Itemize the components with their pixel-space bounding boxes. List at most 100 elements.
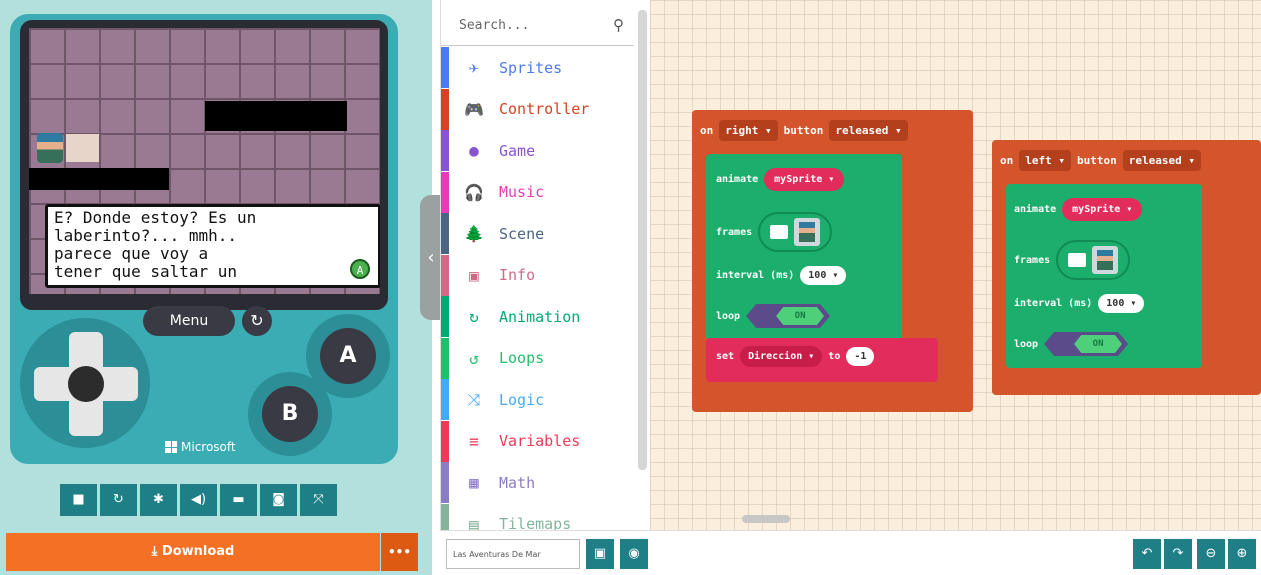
b-button[interactable]: B xyxy=(262,386,318,442)
frames-editor[interactable] xyxy=(758,212,833,252)
category-game[interactable]: ● Game xyxy=(441,130,634,171)
loop-toggle[interactable]: ON xyxy=(1044,332,1129,356)
frames-row: frames xyxy=(1014,240,1131,280)
interval-dropdown[interactable]: 100 ▾ xyxy=(800,266,847,285)
animate-label: animate xyxy=(1014,204,1057,215)
sprite-dropdown[interactable]: mySprite ▾ xyxy=(1062,198,1143,221)
animate-label: animate xyxy=(716,174,759,185)
interval-dropdown[interactable]: 100 ▾ xyxy=(1098,294,1145,313)
category-color-bar xyxy=(441,379,449,420)
a-button-hint-icon: A xyxy=(350,259,370,279)
floor-tile xyxy=(66,134,99,162)
logic-icon: ⤨ xyxy=(467,389,481,409)
game-icon: ● xyxy=(469,141,479,160)
category-color-bar xyxy=(441,296,449,337)
value-input[interactable]: -1 xyxy=(846,347,875,366)
save-icon[interactable]: ▣ xyxy=(586,539,614,569)
category-label: Math xyxy=(499,473,536,492)
blocks-workspace[interactable]: on right ▾ button released ▾ animate myS… xyxy=(650,0,1261,530)
more-button[interactable]: ••• xyxy=(381,533,418,571)
to-label: to xyxy=(828,351,841,362)
download-button[interactable]: ⤓ Download xyxy=(6,533,380,571)
category-animation[interactable]: ↻ Animation xyxy=(441,296,634,337)
category-label: Loops xyxy=(499,349,545,367)
simulator-panel: E? Donde estoy? Es un laberinto?... mmh.… xyxy=(0,0,432,575)
math-icon: ▦ xyxy=(469,473,479,492)
collapse-simulator-icon[interactable]: ‹ xyxy=(420,195,442,320)
category-color-bar xyxy=(441,254,449,296)
category-music[interactable]: 🎧 Music xyxy=(441,171,634,213)
debug-icon[interactable]: ✱ xyxy=(140,484,177,516)
interval-label: interval (ms) xyxy=(1014,298,1093,309)
toolbox-scrollbar[interactable] xyxy=(638,10,647,470)
loop-label: loop xyxy=(1014,338,1039,350)
category-label: Logic xyxy=(499,390,545,409)
game-screen[interactable]: E? Donde estoy? Es un laberinto?... mmh.… xyxy=(29,28,380,294)
menu-button[interactable]: Menu xyxy=(143,306,235,336)
screenshot-icon[interactable]: ◙ xyxy=(260,484,297,516)
loop-row: loop ON xyxy=(716,304,831,328)
search-placeholder: Search... xyxy=(459,18,530,33)
frames-label: frames xyxy=(716,226,753,238)
frames-label: frames xyxy=(1014,254,1051,266)
brand-label: Microsoft xyxy=(165,440,236,454)
category-color-bar xyxy=(441,213,449,254)
loop-label: loop xyxy=(716,310,741,322)
category-sprites[interactable]: ✈ Sprites xyxy=(441,47,634,88)
button-word: button xyxy=(1077,154,1117,167)
category-scene[interactable]: 🌲 Scene xyxy=(441,213,634,254)
editor-bottom-bar: Las Aventuras De Mar ▣ ◉ ↶ ↷ ⊖ ⊕ xyxy=(440,530,1261,575)
brand-text: Microsoft xyxy=(181,440,236,454)
sprite-dropdown[interactable]: mySprite ▾ xyxy=(764,168,845,191)
film-icon xyxy=(1068,253,1087,267)
zoom-in-icon[interactable]: ⊕ xyxy=(1228,539,1256,569)
category-info[interactable]: ▣ Info xyxy=(441,254,634,296)
category-label: Animation xyxy=(499,307,581,326)
button-dropdown[interactable]: left ▾ xyxy=(1019,150,1071,171)
category-color-bar xyxy=(441,462,449,503)
sprite-thumbnail xyxy=(794,218,821,246)
variable-dropdown[interactable]: Direccion ▾ xyxy=(740,346,823,367)
on-label: on xyxy=(1000,154,1014,167)
undo-icon[interactable]: ↶ xyxy=(1133,539,1161,569)
category-label: Scene xyxy=(499,224,545,243)
search-icon[interactable]: ⚲ xyxy=(613,16,624,34)
button-word: button xyxy=(783,124,824,137)
screen-frame: E? Donde estoy? Es un laberinto?... mmh.… xyxy=(20,20,388,310)
loop-toggle[interactable]: ON xyxy=(746,304,831,328)
event-dropdown[interactable]: released ▾ xyxy=(829,120,908,141)
stop-icon[interactable]: ■ xyxy=(60,484,97,516)
frames-editor[interactable] xyxy=(1056,240,1131,280)
reset-icon[interactable]: ↻ xyxy=(242,306,272,336)
event-dropdown[interactable]: released ▾ xyxy=(1122,150,1201,171)
sound-icon[interactable]: ◀) xyxy=(180,484,217,516)
category-controller[interactable]: 🎮 Controller xyxy=(441,88,634,130)
category-logic[interactable]: ⤨ Logic xyxy=(441,379,634,420)
github-icon[interactable]: ◉ xyxy=(620,539,648,569)
zoom-out-icon[interactable]: ⊖ xyxy=(1197,539,1225,569)
event-header: on right ▾ button released ▾ xyxy=(700,120,908,141)
button-dropdown[interactable]: right ▾ xyxy=(719,120,778,141)
variables-icon: ≡ xyxy=(469,431,479,451)
a-button[interactable]: A xyxy=(320,328,376,384)
category-loops[interactable]: ↺ Loops xyxy=(441,337,634,379)
animate-row: animate mySprite ▾ xyxy=(716,168,845,191)
category-color-bar xyxy=(441,171,449,213)
category-label: Variables xyxy=(499,432,581,450)
controller-icon: 🎮 xyxy=(464,99,484,119)
fullscreen-icon[interactable]: ⤧ xyxy=(300,484,337,516)
search-input[interactable]: Search... ⚲ xyxy=(441,8,634,46)
microsoft-logo-icon xyxy=(165,441,177,453)
redo-icon[interactable]: ↷ xyxy=(1164,539,1192,569)
keyboard-icon[interactable]: ▬ xyxy=(220,484,257,516)
download-label: Download xyxy=(161,544,235,559)
restart-icon[interactable]: ↻ xyxy=(100,484,137,516)
category-variables[interactable]: ≡ Variables xyxy=(441,420,634,462)
maze-wall xyxy=(205,101,347,131)
simulator-toolbar: ■ ↻ ✱ ◀) ▬ ◙ ⤧ xyxy=(60,484,337,516)
project-name-input[interactable]: Las Aventuras De Mar xyxy=(446,539,580,569)
sprites-icon: ✈ xyxy=(469,58,479,77)
workspace-scrollbar[interactable] xyxy=(742,515,790,523)
loop-toggle-value: ON xyxy=(776,307,825,325)
category-math[interactable]: ▦ Math xyxy=(441,462,634,503)
